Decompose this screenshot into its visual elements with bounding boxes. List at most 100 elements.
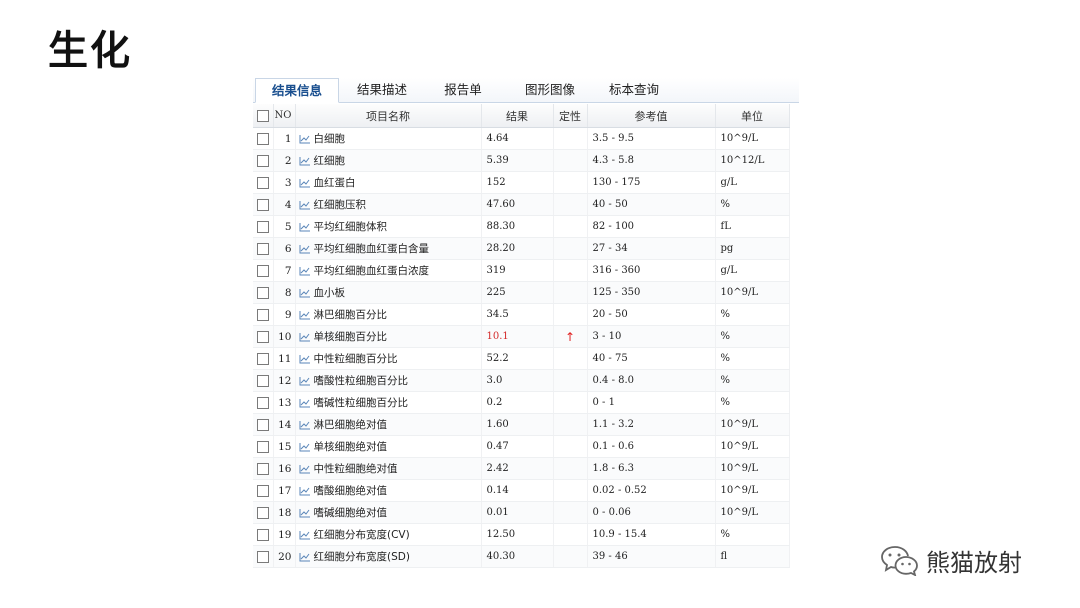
table-row[interactable]: 14 淋巴细胞绝对值 1.60 1.1 - 3.2 10^9/L <box>253 413 790 436</box>
tab-report[interactable]: 报告单 <box>433 78 493 102</box>
row-reference: 40 - 50 <box>587 193 716 216</box>
trend-chart-icon[interactable] <box>299 508 311 518</box>
col-header-no[interactable]: NO <box>273 104 296 128</box>
row-name-cell: 平均红细胞血红蛋白含量 <box>295 237 482 260</box>
trend-chart-icon[interactable] <box>299 332 311 342</box>
table-row[interactable]: 9 淋巴细胞百分比 34.5 20 - 50% <box>253 303 790 326</box>
row-select-cell <box>253 325 274 348</box>
row-checkbox[interactable] <box>256 132 269 145</box>
row-result: 319 <box>481 259 554 282</box>
table-row[interactable]: 11 中性粒细胞百分比 52.2 40 - 75% <box>253 347 790 370</box>
row-name-cell: 中性粒细胞绝对值 <box>295 457 482 480</box>
col-header-result[interactable]: 结果 <box>481 104 554 128</box>
trend-chart-icon[interactable] <box>299 530 311 540</box>
trend-chart-icon[interactable] <box>299 288 311 298</box>
tab-specimen-query[interactable]: 标本查询 <box>599 78 669 102</box>
row-checkbox[interactable] <box>256 308 269 321</box>
row-item-name: 白细胞 <box>313 133 346 145</box>
row-checkbox[interactable] <box>256 286 269 299</box>
trend-chart-icon[interactable] <box>299 200 311 210</box>
row-unit: % <box>715 391 790 414</box>
trend-chart-icon[interactable] <box>299 552 311 562</box>
table-row[interactable]: 15 单核细胞绝对值 0.47 0.1 - 0.6 10^9/L <box>253 435 790 458</box>
row-checkbox[interactable] <box>256 220 269 233</box>
table-row[interactable]: 20 红细胞分布宽度(SD) 40.30 39 - 46 fl <box>253 545 790 568</box>
row-checkbox[interactable] <box>256 528 269 541</box>
table-row[interactable]: 19 红细胞分布宽度(CV) 12.50 10.9 - 15.4% <box>253 523 790 546</box>
row-checkbox[interactable] <box>256 484 269 497</box>
row-unit: % <box>715 193 790 216</box>
table-row[interactable]: 17 嗜酸细胞绝对值 0.14 0.02 - 0.52 10^9/L <box>253 479 790 502</box>
row-reference: 0 - 1 <box>587 391 716 414</box>
row-result: 2.42 <box>481 457 554 480</box>
header-row: NO 项目名称 结果 定性 参考值 单位 <box>253 104 790 128</box>
trend-chart-icon[interactable] <box>299 310 311 320</box>
row-unit: g/L <box>715 171 790 194</box>
select-all-checkbox[interactable] <box>256 110 269 122</box>
table-row[interactable]: 16 中性粒细胞绝对值 2.42 1.8 - 6.3 10^9/L <box>253 457 790 480</box>
trend-chart-icon[interactable] <box>299 266 311 276</box>
col-header-flag[interactable]: 定性 <box>553 104 588 128</box>
row-checkbox[interactable] <box>256 506 269 519</box>
row-checkbox[interactable] <box>256 176 269 189</box>
row-reference: 0.4 - 8.0 <box>587 369 716 392</box>
row-checkbox[interactable] <box>256 396 269 409</box>
row-reference: 1.1 - 3.2 <box>587 413 716 436</box>
table-row[interactable]: 8 血小板 225 125 - 350 10^9/L <box>253 281 790 304</box>
trend-chart-icon[interactable] <box>299 244 311 254</box>
row-checkbox[interactable] <box>256 242 269 255</box>
trend-chart-icon[interactable] <box>299 486 311 496</box>
row-item-name: 淋巴细胞绝对值 <box>313 419 388 431</box>
table-row[interactable]: 10 单核细胞百分比 10.1 ↑ 3 - 10% <box>253 325 790 348</box>
row-checkbox[interactable] <box>256 462 269 475</box>
row-no: 2 <box>273 149 296 172</box>
col-header-unit[interactable]: 单位 <box>715 104 790 128</box>
row-item-name: 嗜碱细胞绝对值 <box>313 507 388 519</box>
table-row[interactable]: 4 红细胞压积 47.60 40 - 50% <box>253 193 790 216</box>
row-no: 9 <box>273 303 296 326</box>
trend-chart-icon[interactable] <box>299 398 311 408</box>
row-item-name: 嗜碱性粒细胞百分比 <box>313 397 409 409</box>
row-item-name: 中性粒细胞绝对值 <box>313 463 398 475</box>
row-reference: 40 - 75 <box>587 347 716 370</box>
col-header-name[interactable]: 项目名称 <box>295 104 482 128</box>
trend-chart-icon[interactable] <box>299 156 311 166</box>
row-item-name: 单核细胞绝对值 <box>313 441 388 453</box>
table-row[interactable]: 3 血红蛋白 152 130 - 175 g/L <box>253 171 790 194</box>
tab-result-info[interactable]: 结果信息 <box>255 78 339 103</box>
tab-graphics[interactable]: 图形图像 <box>515 78 585 102</box>
tab-result-description[interactable]: 结果描述 <box>347 78 417 102</box>
row-item-name: 红细胞压积 <box>313 199 367 211</box>
trend-chart-icon[interactable] <box>299 222 311 232</box>
table-row[interactable]: 13 嗜碱性粒细胞百分比 0.2 0 - 1% <box>253 391 790 414</box>
trend-chart-icon[interactable] <box>299 178 311 188</box>
row-checkbox[interactable] <box>256 418 269 431</box>
table-row[interactable]: 1 白细胞 4.64 3.5 - 9.5 10^9/L <box>253 127 790 150</box>
row-checkbox[interactable] <box>256 374 269 387</box>
trend-chart-icon[interactable] <box>299 442 311 452</box>
row-checkbox[interactable] <box>256 440 269 453</box>
table-row[interactable]: 18 嗜碱细胞绝对值 0.01 0 - 0.06 10^9/L <box>253 501 790 524</box>
row-reference: 0.02 - 0.52 <box>587 479 716 502</box>
table-row[interactable]: 12 嗜酸性粒细胞百分比 3.0 0.4 - 8.0% <box>253 369 790 392</box>
table-row[interactable]: 5 平均红细胞体积 88.30 82 - 100 fL <box>253 215 790 238</box>
row-select-cell <box>253 215 274 238</box>
table-row[interactable]: 7 平均红细胞血红蛋白浓度 319 316 - 360 g/L <box>253 259 790 282</box>
trend-chart-icon[interactable] <box>299 134 311 144</box>
table-row[interactable]: 6 平均红细胞血红蛋白含量 28.20 27 - 34 pg <box>253 237 790 260</box>
wechat-icon <box>881 546 918 576</box>
row-checkbox[interactable] <box>256 550 269 563</box>
row-select-cell <box>253 193 274 216</box>
row-select-cell <box>253 501 274 524</box>
row-checkbox[interactable] <box>256 154 269 167</box>
row-checkbox[interactable] <box>256 352 269 365</box>
trend-chart-icon[interactable] <box>299 354 311 364</box>
table-row[interactable]: 2 红细胞 5.39 4.3 - 5.8 10^12/L <box>253 149 790 172</box>
row-checkbox[interactable] <box>256 264 269 277</box>
trend-chart-icon[interactable] <box>299 376 311 386</box>
col-header-ref[interactable]: 参考值 <box>587 104 716 128</box>
trend-chart-icon[interactable] <box>299 464 311 474</box>
trend-chart-icon[interactable] <box>299 420 311 430</box>
row-checkbox[interactable] <box>256 198 269 211</box>
row-checkbox[interactable] <box>256 330 269 343</box>
